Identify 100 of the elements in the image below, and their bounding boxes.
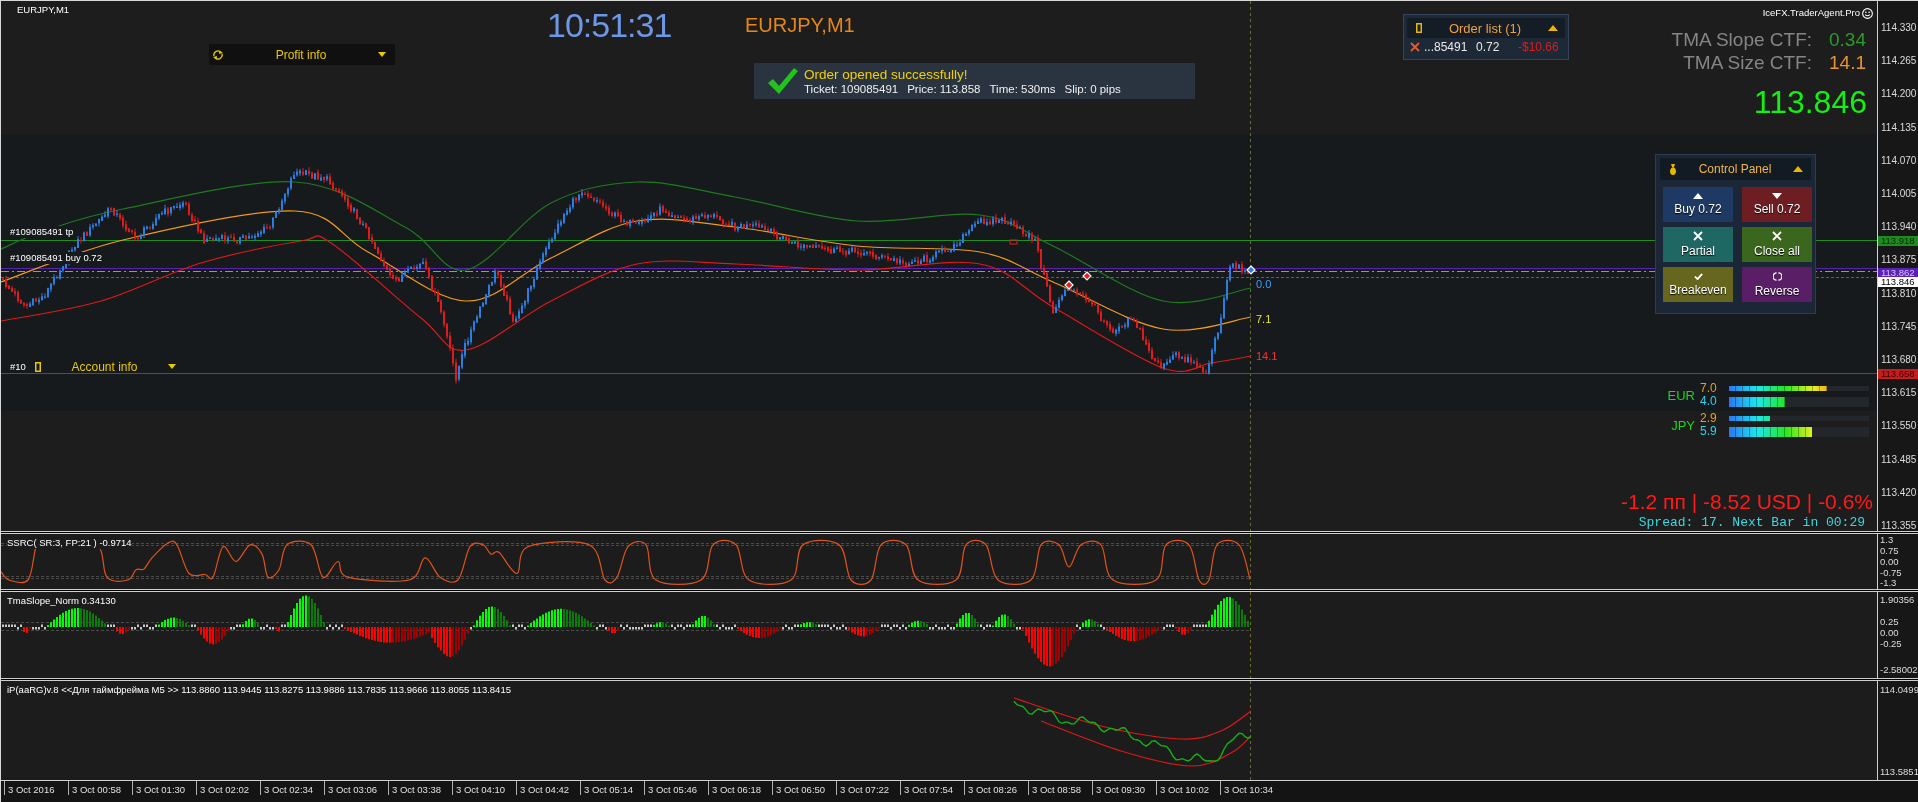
indicator-axis-label: -0.75 <box>1880 568 1902 578</box>
price-axis-label: 114.135 <box>1881 122 1917 133</box>
time-axis-label: 3 Oct 03:38 <box>388 781 452 795</box>
trade-marker-icon <box>1082 271 1092 281</box>
time-axis-label: 3 Oct 08:26 <box>964 781 1028 795</box>
time-axis-label: 3 Oct 06:18 <box>708 781 772 795</box>
symbol-label: EURJPY,M1 <box>745 13 855 37</box>
check-icon <box>768 68 798 94</box>
profit-info-button[interactable]: Profit info <box>209 44 395 65</box>
time-axis-label: 3 Oct 04:42 <box>516 781 580 795</box>
price-axis-label: 113.485 <box>1881 454 1917 465</box>
time-axis-label: 3 Oct 07:22 <box>836 781 900 795</box>
reverse-button[interactable]: Reverse <box>1742 267 1812 302</box>
price-marker-label: 113.918 <box>1878 236 1918 246</box>
notification-detail: Price: 113.858 <box>907 82 981 96</box>
control-panel-header[interactable]: Control Panel <box>1660 158 1811 180</box>
tma-value: 14.1 <box>1829 52 1866 74</box>
money-bag-icon <box>1669 163 1677 175</box>
tma-label: TMA Slope CTF: <box>1671 29 1812 51</box>
square-outline-icon <box>35 361 41 372</box>
notification-detail: Slip: 0 pips <box>1064 82 1121 96</box>
price-axis-label: 113.875 <box>1881 255 1917 266</box>
indicator-axis-label: 1.3 <box>1880 535 1894 545</box>
sell-button[interactable]: Sell 0.72 <box>1742 187 1812 222</box>
buy-button[interactable]: Buy 0.72 <box>1663 187 1733 222</box>
close-icon <box>1772 231 1782 241</box>
order-line-label: #109085491 buy 0.72 <box>10 252 102 264</box>
price-axis-label: 113.550 <box>1881 421 1917 432</box>
time-axis-label: 3 Oct 05:14 <box>580 781 644 795</box>
price-marker-label: 113.658 <box>1878 369 1918 379</box>
price-axis-label: 113.745 <box>1881 321 1917 332</box>
price-axis-label: 114.005 <box>1881 189 1917 199</box>
notification-title: Order opened successfully! <box>804 66 969 82</box>
order-ticket: ...85491 <box>1424 40 1469 54</box>
time-axis-label: 3 Oct 07:54 <box>900 781 964 795</box>
price-axis-label: 114.330 <box>1881 23 1917 33</box>
price-axis-label: 114.265 <box>1881 56 1917 67</box>
clock-text: 10:51:31 <box>547 6 672 44</box>
branding-text: IceFX.TraderAgent.Pro <box>1762 7 1860 19</box>
price-marker-label: 113.862 <box>1878 268 1918 277</box>
time-axis-label: 3 Oct 02:34 <box>260 781 324 795</box>
price-axis-label: 114.070 <box>1881 155 1917 166</box>
price-marker-label: 113.846 <box>1878 277 1918 287</box>
time-axis-label: 3 Oct 2016 <box>4 781 68 795</box>
smiley-icon <box>1862 7 1873 19</box>
price-axis-label: 113.355 <box>1881 521 1917 531</box>
strength-value: 4.0 <box>1700 396 1718 407</box>
order-profit: -$10.66 <box>1518 40 1559 54</box>
notification-detail: Time: 530ms <box>989 82 1056 96</box>
indicator-axis-label: -0.25 <box>1880 639 1902 649</box>
circular-arrows-icon <box>1772 271 1782 281</box>
time-axis-label: 3 Oct 02:02 <box>196 781 260 795</box>
indicator-axis-label: 0.00 <box>1880 557 1899 567</box>
time-axis-label: 3 Oct 06:50 <box>772 781 836 795</box>
band-value-label: 0.0 <box>1256 278 1272 291</box>
strength-value: 2.9 <box>1700 413 1718 424</box>
currency-label: JPY <box>1670 417 1695 433</box>
trade-marker-icon <box>1064 280 1074 290</box>
period-separator-line <box>1250 534 1251 589</box>
indicator-axis-label: -1.3 <box>1880 578 1897 588</box>
refresh-icon <box>212 49 224 60</box>
order-list-header[interactable]: Order list (1) <box>1407 18 1565 38</box>
tma-value: 0.34 <box>1829 29 1866 51</box>
band-value-label: 7.1 <box>1256 313 1272 326</box>
check-icon <box>1693 272 1703 280</box>
tma-label: TMA Size CTF: <box>1682 52 1812 74</box>
strength-value: 5.9 <box>1700 426 1718 437</box>
close-icon[interactable] <box>1410 42 1420 52</box>
time-axis-label: 3 Oct 04:10 <box>452 781 516 795</box>
price-axis-label: 113.810 <box>1881 288 1917 299</box>
chart-title: EURJPY,M1 <box>17 4 70 16</box>
spread-info-text: Spread: 17. Next Bar in 00:29 <box>1638 515 1865 530</box>
close-all-button[interactable]: Close all <box>1742 227 1812 262</box>
indicator-title: iP(aaRG)v.8 <<Для таймфрейма M5 >> 113.8860 113.9445 113.8275 113.9886 113.7835 113.9666 113.8055 113.8415 <box>7 684 511 696</box>
caret-down-icon <box>1772 193 1782 199</box>
price-axis-label: 114.200 <box>1881 89 1917 100</box>
price-axis-label: 113.420 <box>1881 487 1917 498</box>
price-axis-label: 113.615 <box>1881 388 1917 399</box>
time-axis-label: 3 Oct 05:46 <box>644 781 708 795</box>
time-axis-label: 3 Oct 08:58 <box>1028 781 1092 795</box>
caret-up-icon <box>1693 193 1703 199</box>
indicator-title: TmaSlope_Norm 0.34130 <box>7 595 116 607</box>
time-axis-label: 3 Oct 10:34 <box>1220 781 1284 795</box>
account-info-button[interactable]: Account info <box>31 359 181 374</box>
partial-button[interactable]: Partial <box>1663 227 1733 262</box>
order-lots: 0.72 <box>1476 40 1501 54</box>
breakeven-button[interactable]: Breakeven <box>1663 267 1733 302</box>
profit-summary-text: -1.2 пп | -8.52 USD | -0.6% <box>1621 490 1873 514</box>
indicator-axis-label: 1.90356 <box>1880 595 1915 605</box>
strength-value: 7.0 <box>1700 383 1718 394</box>
bid-price-text: 113.846 <box>1753 84 1867 120</box>
time-axis-label: 3 Oct 09:30 <box>1092 781 1156 795</box>
time-axis-label: 3 Oct 03:06 <box>324 781 388 795</box>
order-line-label: #10 <box>10 361 26 373</box>
order-line-label: #109085491 tp <box>10 226 74 238</box>
indicator-axis-label: -2.58002 <box>1880 665 1918 675</box>
indicator-axis-label: 0.25 <box>1880 617 1899 627</box>
time-axis-label: 3 Oct 00:58 <box>68 781 132 795</box>
notification-detail: Ticket: 109085491 <box>804 82 899 96</box>
order-marker-icon <box>1009 239 1018 245</box>
